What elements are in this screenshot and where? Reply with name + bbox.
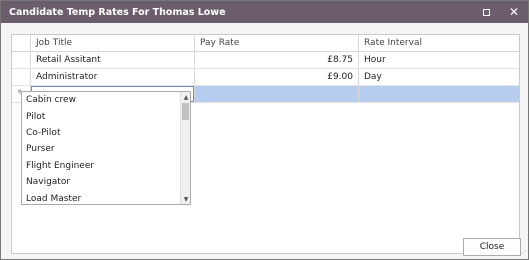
pay-rate-cell[interactable]: £8.75: [195, 52, 359, 68]
dialog-window: Candidate Temp Rates For Thomas Lowe ✕ J…: [0, 0, 529, 260]
job-title-cell[interactable]: Retail Assitant: [31, 52, 195, 68]
job-title-cell[interactable]: Administrator: [31, 69, 195, 85]
dialog-content: Job Title Pay Rate Rate Interval Retail …: [1, 23, 528, 259]
maximize-button[interactable]: [472, 1, 500, 23]
pay-rate-cell[interactable]: [195, 86, 359, 102]
dropdown-option[interactable]: Load Master: [22, 190, 190, 206]
row-indicator-header: [12, 35, 31, 51]
close-icon: ✕: [508, 5, 520, 19]
table-row[interactable]: Retail Assitant £8.75 Hour: [12, 52, 519, 69]
grid-header: Job Title Pay Rate Rate Interval: [12, 35, 519, 52]
rate-interval-cell[interactable]: Day: [359, 69, 519, 85]
dropdown-scrollbar[interactable]: ▲ ▼: [180, 92, 190, 204]
scroll-up-icon[interactable]: ▲: [181, 92, 191, 102]
column-header-pay-rate[interactable]: Pay Rate: [195, 35, 359, 51]
scrollbar-thumb[interactable]: [182, 103, 189, 120]
rate-interval-cell[interactable]: Hour: [359, 52, 519, 68]
dropdown-option[interactable]: Pilot: [22, 108, 190, 124]
table-row[interactable]: Administrator £9.00 Day: [12, 69, 519, 86]
window-title: Candidate Temp Rates For Thomas Lowe: [9, 6, 226, 18]
dropdown-option[interactable]: Flight Engineer: [22, 158, 190, 174]
close-button[interactable]: Close: [463, 238, 521, 256]
dropdown-option[interactable]: Navigator: [22, 174, 190, 190]
resize-grip-icon[interactable]: ⋰: [519, 249, 526, 257]
dropdown-option[interactable]: Co-Pilot: [22, 125, 190, 141]
title-bar[interactable]: Candidate Temp Rates For Thomas Lowe ✕: [1, 1, 528, 23]
rate-interval-cell[interactable]: [359, 86, 519, 102]
column-header-job-title[interactable]: Job Title: [31, 35, 195, 51]
scroll-down-icon[interactable]: ▼: [181, 194, 191, 204]
maximize-icon: [482, 8, 490, 16]
close-window-button[interactable]: ✕: [500, 1, 528, 23]
dropdown-option[interactable]: Purser: [22, 141, 190, 157]
column-header-rate-interval[interactable]: Rate Interval: [359, 35, 519, 51]
job-title-dropdown-list[interactable]: Cabin crew Pilot Co-Pilot Purser Flight …: [21, 91, 191, 205]
pay-rate-cell[interactable]: £9.00: [195, 69, 359, 85]
row-indicator: [12, 52, 31, 68]
dropdown-option[interactable]: Cabin crew: [22, 92, 190, 108]
row-indicator: [12, 69, 31, 85]
